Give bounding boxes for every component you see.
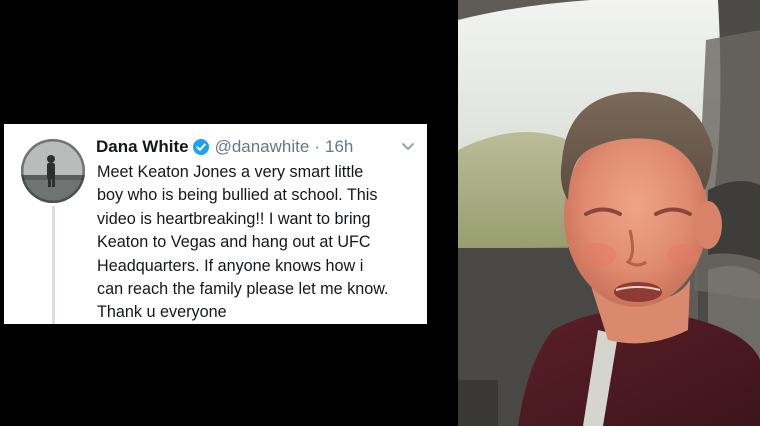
user-handle[interactable]: @danawhite: [215, 137, 310, 157]
tweet-text-line: can reach the family please let me know.: [97, 280, 389, 299]
meta-separator: ·: [314, 137, 320, 156]
tweet-text-line: video is heartbreaking!! I want to bring: [97, 209, 371, 228]
tweet-text: Meet Keaton Jones a very smart little bo…: [97, 161, 423, 325]
boy-in-car-photo: [458, 0, 760, 426]
thread-line: [52, 206, 55, 324]
tweet-card[interactable]: Dana White @danawhite · 16h Meet Keaton …: [4, 124, 427, 324]
tweet-text-line: Headquarters. If anyone knows how i: [97, 256, 364, 275]
tweet-timestamp[interactable]: 16h: [325, 137, 353, 157]
tweet-text-line: Thank u everyone: [97, 303, 227, 322]
avatar[interactable]: [21, 139, 85, 203]
chevron-down-icon[interactable]: [401, 142, 415, 152]
screenshot-frame: Dana White @danawhite · 16h Meet Keaton …: [0, 0, 760, 426]
avatar-photo: [21, 139, 85, 203]
tweet-text-line: Meet Keaton Jones a very smart little: [97, 163, 364, 181]
verified-badge-icon: [192, 139, 209, 155]
tweet-text-line: boy who is being bullied at school. This: [97, 186, 378, 205]
tweet-text-line: Keaton to Vegas and hang out at UFC: [97, 233, 371, 252]
display-name[interactable]: Dana White: [96, 137, 189, 157]
video-frame: [458, 0, 760, 426]
tweet-pane: Dana White @danawhite · 16h Meet Keaton …: [0, 0, 458, 426]
tweet-header: Dana White @danawhite · 16h: [96, 136, 415, 158]
